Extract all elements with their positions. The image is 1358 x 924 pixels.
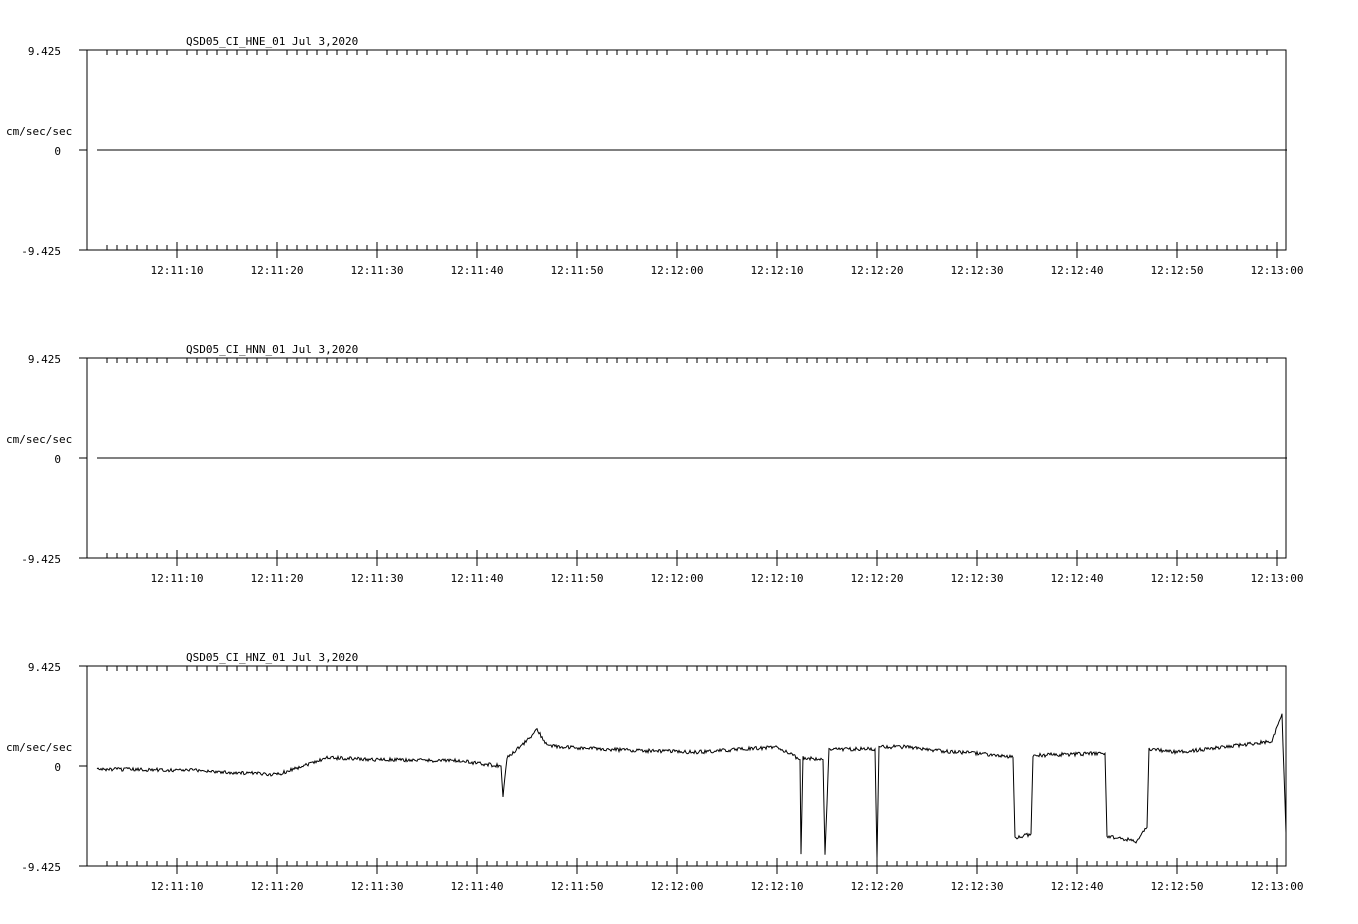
y-axis-label: cm/sec/sec: [6, 741, 72, 754]
y-tick-label: 9.425: [28, 353, 61, 366]
x-tick-label: 12:12:50: [1151, 264, 1204, 277]
x-tick-label: 12:11:10: [151, 572, 204, 585]
x-tick-label: 12:12:20: [851, 264, 904, 277]
x-tick-label: 12:11:10: [151, 264, 204, 277]
plot-frame: [86, 665, 1287, 867]
y-axis-label: cm/sec/sec: [6, 125, 72, 138]
y-tick-label: -9.425: [21, 861, 61, 874]
x-tick-label: 12:12:40: [1051, 880, 1104, 893]
x-tick-label: 12:11:20: [251, 880, 304, 893]
x-tick-label: 12:11:50: [551, 264, 604, 277]
x-tick-label: 12:11:50: [551, 880, 604, 893]
x-tick-label: 12:11:20: [251, 572, 304, 585]
y-tick-label: 0: [54, 145, 61, 158]
x-tick-label: 12:12:10: [751, 264, 804, 277]
x-tick-label: 12:12:50: [1151, 572, 1204, 585]
panel-1: QSD05_CI_HNE_01 Jul 3,2020 cm/sec/sec 9.42…: [6, 35, 1303, 277]
x-tick-label: 12:11:40: [451, 264, 504, 277]
x-tick-label: 12:12:40: [1051, 572, 1104, 585]
y-axis-label: cm/sec/sec: [6, 433, 72, 446]
x-tick-label: 12:11:30: [351, 264, 404, 277]
x-tick-label: 12:12:00: [651, 264, 704, 277]
y-tick-label: 0: [54, 761, 61, 774]
panel-2: QSD05_CI_HNN_01 Jul 3,2020 cm/sec/sec 9.42…: [6, 343, 1303, 585]
panel-3: QSD05_CI_HNZ_01 Jul 3,2020 cm/sec/sec 9.42…: [6, 651, 1303, 893]
y-tick-label: 9.425: [28, 45, 61, 58]
waveform-trace: [96, 713, 1287, 859]
x-tick-label: 12:13:00: [1251, 264, 1304, 277]
x-tick-label: 12:11:20: [251, 264, 304, 277]
x-tick-label: 12:12:10: [751, 572, 804, 585]
x-tick-label: 12:12:00: [651, 572, 704, 585]
seismogram-figure: QSD05_CI_HNE_01 Jul 3,2020 cm/sec/sec 9.42…: [6, 35, 1303, 893]
x-tick-label: 12:12:50: [1151, 880, 1204, 893]
x-tick-label: 12:11:30: [351, 572, 404, 585]
y-tick-label: -9.425: [21, 245, 61, 258]
y-tick-label: 0: [54, 453, 61, 466]
x-tick-label: 12:11:30: [351, 880, 404, 893]
panel-title: QSD05_CI_HNZ_01 Jul 3,2020: [186, 651, 358, 664]
x-tick-label: 12:11:40: [451, 572, 504, 585]
x-tick-label: 12:12:00: [651, 880, 704, 893]
x-tick-label: 12:13:00: [1251, 880, 1304, 893]
x-tick-label: 12:12:30: [951, 572, 1004, 585]
panel-title: QSD05_CI_HNN_01 Jul 3,2020: [186, 343, 358, 356]
x-tick-label: 12:11:50: [551, 572, 604, 585]
x-tick-label: 12:12:40: [1051, 264, 1104, 277]
y-tick-label: 9.425: [28, 661, 61, 674]
y-tick-label: -9.425: [21, 553, 61, 566]
panel-title: QSD05_CI_HNE_01 Jul 3,2020: [186, 35, 358, 48]
x-tick-label: 12:12:30: [951, 264, 1004, 277]
x-tick-label: 12:12:20: [851, 880, 904, 893]
x-tick-label: 12:12:20: [851, 572, 904, 585]
x-tick-label: 12:11:40: [451, 880, 504, 893]
x-tick-label: 12:13:00: [1251, 572, 1304, 585]
x-tick-label: 12:12:10: [751, 880, 804, 893]
x-tick-label: 12:11:10: [151, 880, 204, 893]
x-tick-label: 12:12:30: [951, 880, 1004, 893]
